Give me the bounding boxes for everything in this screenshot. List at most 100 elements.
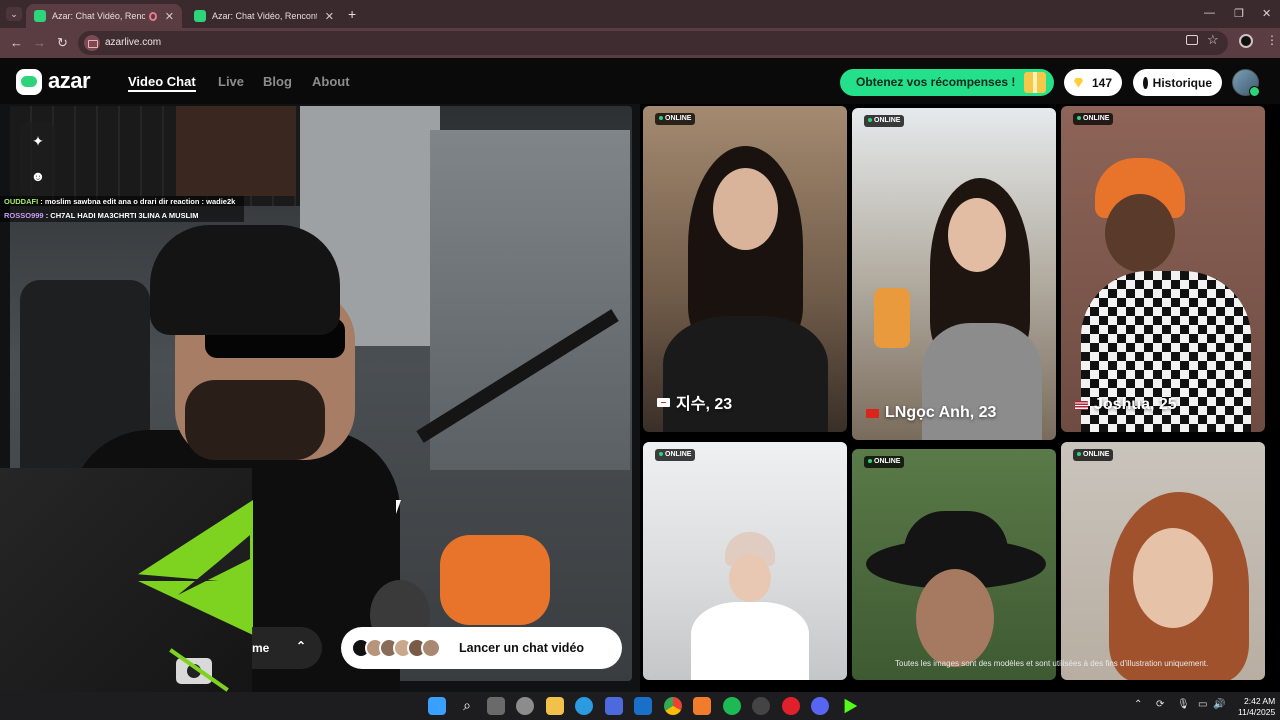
- chat-text: : CH7AL HADI MA3CHRTI 3LINA A MUSLIM: [45, 211, 199, 220]
- menu-icon[interactable]: ⋮: [1266, 33, 1278, 47]
- browser-tab-1[interactable]: Azar: Chat Vidéo, Rencontre ✕: [26, 4, 182, 28]
- streamer-cap: [150, 225, 340, 335]
- site-info-icon[interactable]: [84, 35, 100, 51]
- recording-icon: [148, 11, 157, 21]
- profile-name: Joshua, 25: [1075, 396, 1177, 414]
- close-window-icon[interactable]: ✕: [1262, 7, 1271, 20]
- sparkle-effects-icon[interactable]: ✦: [28, 131, 48, 151]
- close-tab-icon[interactable]: ✕: [325, 10, 334, 23]
- browser-tab-2[interactable]: Azar: Chat Vidéo, Rencontrer de ✕: [186, 4, 342, 28]
- start-video-chat-button[interactable]: Lancer un chat vidéo: [341, 627, 622, 669]
- online-badge: ONLINE: [864, 456, 905, 468]
- gems-button[interactable]: 147: [1064, 69, 1122, 96]
- volume-icon[interactable]: 🔊: [1213, 699, 1225, 710]
- chat-message: OUDDAFI : moslim sawbna edit ana o drari…: [4, 197, 235, 206]
- tray-expand-icon[interactable]: ⌃: [1134, 699, 1142, 710]
- chevron-up-icon: ⌃: [296, 639, 307, 653]
- file-explorer-icon[interactable]: [546, 697, 564, 715]
- disclaimer-text: Toutes les images sont des modèles et so…: [895, 659, 1209, 668]
- nav-live[interactable]: Live: [218, 74, 244, 89]
- profile-name: 지수, 23: [657, 390, 732, 414]
- gender-filter-label: me: [252, 641, 270, 655]
- tab-search-button[interactable]: ⌄: [6, 7, 22, 21]
- outlook-icon[interactable]: [634, 697, 652, 715]
- chat-username: OUDDAFI: [4, 197, 39, 206]
- edge-icon[interactable]: [575, 697, 593, 715]
- spotify-icon[interactable]: [723, 697, 741, 715]
- tab-title: Azar: Chat Vidéo, Rencontrer de: [212, 11, 317, 21]
- microphone: [440, 535, 550, 625]
- profile-card[interactable]: ONLINE: [852, 449, 1056, 680]
- gems-count: 147: [1091, 75, 1112, 90]
- windows-start-icon[interactable]: [428, 697, 446, 715]
- profile-name-text: 지수, 23: [676, 396, 733, 413]
- app-icon[interactable]: [693, 697, 711, 715]
- install-app-icon[interactable]: [1186, 35, 1198, 45]
- display-icon[interactable]: ▭: [1198, 699, 1207, 710]
- discord-icon[interactable]: [811, 697, 829, 715]
- profile-icon[interactable]: [1239, 34, 1253, 48]
- profile-face: [713, 168, 778, 250]
- system-clock[interactable]: 2:42 AM 11/4/2025: [1238, 696, 1275, 718]
- close-tab-icon[interactable]: ✕: [165, 10, 174, 23]
- maximize-icon[interactable]: ❐: [1234, 7, 1244, 20]
- profile-card[interactable]: ONLINE 지수, 23: [643, 106, 847, 432]
- chrome-icon[interactable]: [664, 697, 682, 715]
- profile-face: [1133, 528, 1213, 628]
- nav-video-chat[interactable]: Video Chat: [128, 74, 196, 92]
- app-icon[interactable]: [752, 697, 770, 715]
- online-badge: ONLINE: [655, 113, 696, 125]
- user-avatar[interactable]: [1232, 69, 1260, 97]
- hat-crown: [904, 511, 1008, 567]
- microphone-icon[interactable]: 🎙: [1177, 699, 1190, 710]
- face-filter-icon[interactable]: ☻: [28, 166, 48, 186]
- rewards-button[interactable]: Obtenez vos récompenses !: [840, 69, 1054, 96]
- search-icon[interactable]: ⌕: [458, 697, 476, 715]
- online-badge: ONLINE: [864, 115, 905, 127]
- azar-favicon-icon: [194, 10, 206, 22]
- azar-logo-icon[interactable]: [16, 69, 42, 95]
- profile-card[interactable]: ONLINE Joshua, 25: [1061, 106, 1265, 432]
- webcam-inset: [176, 106, 296, 196]
- avatar-stack: [351, 638, 441, 658]
- gender-filter-button[interactable]: me ⌃: [252, 627, 322, 669]
- forward-icon[interactable]: →: [33, 35, 46, 50]
- minimize-icon[interactable]: —: [1204, 7, 1215, 19]
- start-video-chat-label: Lancer un chat vidéo: [459, 641, 585, 655]
- history-button[interactable]: Historique: [1133, 69, 1222, 96]
- usa-flag-icon: [1075, 400, 1088, 410]
- profile-card[interactable]: ONLINE: [643, 442, 847, 680]
- profile-face: [948, 198, 1006, 272]
- korea-flag-icon: [657, 397, 670, 407]
- browser-tab-bar: ⌄ Azar: Chat Vidéo, Rencontre ✕ Azar: Ch…: [0, 0, 1280, 28]
- profile-torso: [922, 323, 1042, 440]
- azar-favicon-icon: [34, 10, 46, 22]
- store-icon[interactable]: [605, 697, 623, 715]
- nav-about[interactable]: About: [312, 74, 350, 89]
- history-label: Historique: [1152, 75, 1212, 90]
- juice-glass: [874, 288, 910, 348]
- task-view-icon[interactable]: [487, 697, 505, 715]
- azar-logo-text[interactable]: azar: [48, 68, 91, 94]
- new-tab-button[interactable]: +: [348, 6, 356, 22]
- vietnam-flag-icon: [866, 408, 879, 418]
- address-bar[interactable]: azarlive.com: [78, 31, 1228, 55]
- nav-blog[interactable]: Blog: [263, 74, 292, 89]
- streamer-beard: [185, 380, 325, 460]
- tray-app-icon[interactable]: ⟳: [1156, 699, 1164, 710]
- back-icon[interactable]: ←: [10, 35, 23, 50]
- profile-card[interactable]: ONLINE: [1061, 442, 1265, 680]
- reload-icon[interactable]: ↻: [57, 35, 68, 51]
- clock-time: 2:42 AM: [1244, 696, 1276, 706]
- clock-date: 11/4/2025: [1238, 707, 1276, 717]
- profile-card[interactable]: ONLINE LNgọc Anh, 23: [852, 108, 1056, 440]
- avatar: [421, 638, 441, 658]
- settings-icon[interactable]: [516, 697, 534, 715]
- chat-text: : moslim sawbna edit ana o drari dir rea…: [40, 197, 236, 206]
- opera-icon[interactable]: [782, 697, 800, 715]
- browser-toolbar: ← → ↻ azarlive.com ☆ ⋮: [0, 28, 1280, 58]
- profile-name-text: LNgọc Anh, 23: [885, 404, 997, 421]
- chat-username: ROSSO999: [4, 211, 44, 220]
- bookmark-star-icon[interactable]: ☆: [1207, 32, 1219, 48]
- online-badge: ONLINE: [655, 449, 696, 461]
